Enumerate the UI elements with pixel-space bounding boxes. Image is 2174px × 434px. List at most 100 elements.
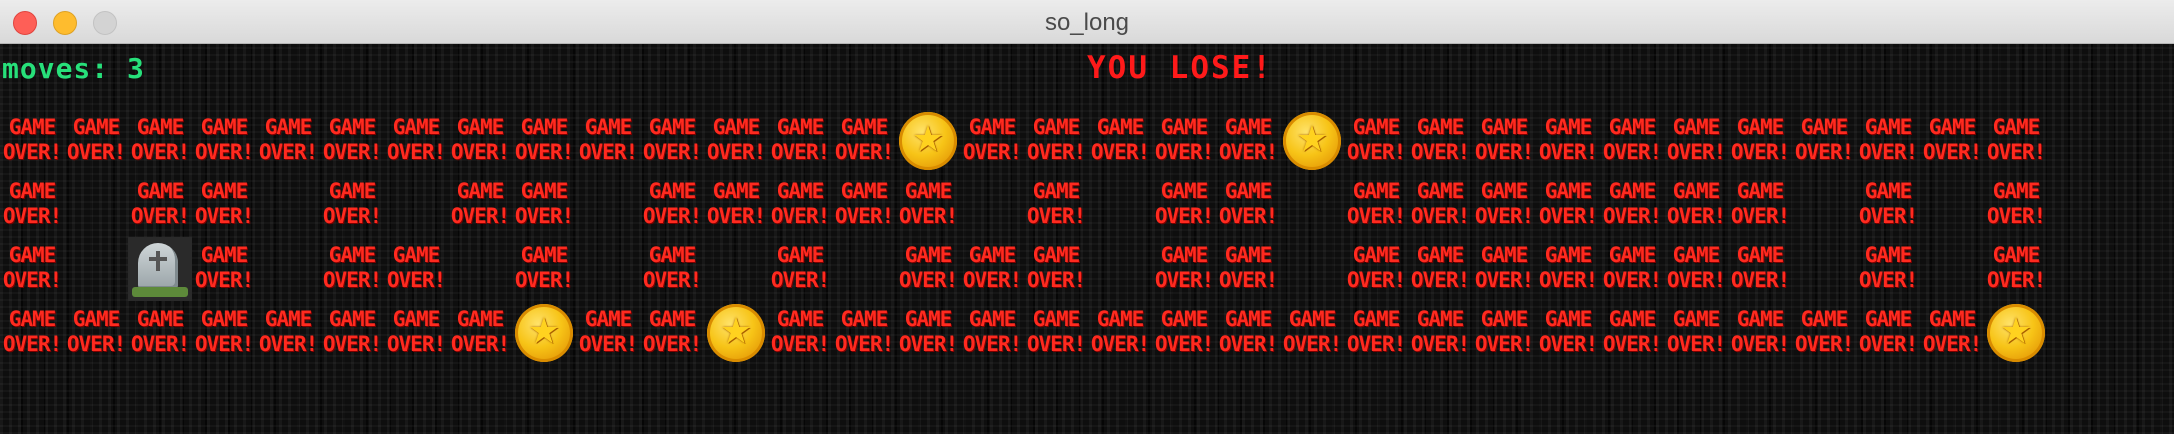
game-over-text-line2: OVER!: [1602, 140, 1662, 164]
game-over-tile: GAME OVER!: [640, 109, 704, 173]
game-over-text-line1: GAME: [264, 307, 313, 331]
game-over-text-line1: GAME: [1224, 115, 1273, 139]
coin-icon: [1984, 301, 2048, 365]
title-bar[interactable]: so_long: [0, 0, 2174, 44]
game-over-tile: GAME OVER!: [1984, 109, 2048, 173]
game-over-text-line2: OVER!: [514, 268, 574, 292]
game-window: so_long moves: 3 YOU LOSE! GAME OVER! GAME…: [0, 0, 2174, 434]
game-over-tile: GAME OVER!: [640, 301, 704, 365]
game-over-tile: GAME OVER!: [896, 237, 960, 301]
game-over-tile: GAME OVER!: [1216, 301, 1280, 365]
game-over-text-line1: GAME: [904, 243, 953, 267]
game-over-tile: GAME OVER!: [640, 173, 704, 237]
game-over-tile: GAME OVER!: [1344, 301, 1408, 365]
game-over-text-line2: OVER!: [1026, 204, 1086, 228]
game-over-text-line1: GAME: [1800, 307, 1849, 331]
game-over-tile: GAME OVER!: [1408, 173, 1472, 237]
game-over-text-line2: OVER!: [322, 140, 382, 164]
game-over-text-line1: GAME: [8, 243, 57, 267]
game-over-text-line2: OVER!: [1410, 140, 1470, 164]
game-over-text-line1: GAME: [1352, 179, 1401, 203]
game-over-tile: GAME OVER!: [192, 237, 256, 301]
coin-icon: [512, 301, 576, 365]
game-over-tile: GAME OVER!: [256, 109, 320, 173]
game-over-text-line2: OVER!: [1602, 332, 1662, 356]
game-over-text-line2: OVER!: [322, 332, 382, 356]
game-over-tile: GAME OVER!: [1536, 173, 1600, 237]
game-over-tile: GAME OVER!: [576, 109, 640, 173]
game-over-text-line1: GAME: [1096, 307, 1145, 331]
game-over-tile: GAME OVER!: [512, 173, 576, 237]
game-over-text-line2: OVER!: [1346, 204, 1406, 228]
game-over-text-line2: OVER!: [1154, 332, 1214, 356]
game-over-text-line1: GAME: [72, 307, 121, 331]
game-over-text-line2: OVER!: [1602, 268, 1662, 292]
game-over-tile: GAME OVER!: [320, 109, 384, 173]
game-over-text-line2: OVER!: [514, 140, 574, 164]
game-over-tile: GAME OVER!: [192, 109, 256, 173]
game-over-tile: GAME OVER!: [960, 301, 1024, 365]
game-over-text-line2: OVER!: [642, 140, 702, 164]
game-over-text-line2: OVER!: [1346, 140, 1406, 164]
game-over-tile: GAME OVER!: [192, 301, 256, 365]
game-over-tile: GAME OVER!: [320, 301, 384, 365]
coin-icon: [1280, 109, 1344, 173]
coin-disc: [1283, 112, 1341, 170]
game-over-text-line2: OVER!: [322, 268, 382, 292]
game-over-text-line1: GAME: [1480, 243, 1529, 267]
game-over-tile: GAME OVER!: [960, 237, 1024, 301]
game-over-text-line2: OVER!: [1858, 204, 1918, 228]
game-over-text-line2: OVER!: [386, 140, 446, 164]
game-over-text-line2: OVER!: [1218, 204, 1278, 228]
game-over-tile: GAME OVER!: [832, 173, 896, 237]
moves-counter: moves: 3: [2, 52, 145, 85]
game-over-text-line1: GAME: [520, 115, 569, 139]
coin-disc: [515, 304, 573, 362]
game-over-text-line1: GAME: [1608, 179, 1657, 203]
game-over-text-line1: GAME: [1352, 115, 1401, 139]
game-over-text-line1: GAME: [1736, 307, 1785, 331]
game-over-text-line1: GAME: [1544, 243, 1593, 267]
game-over-tile: GAME OVER!: [1856, 237, 1920, 301]
game-over-text-line2: OVER!: [450, 140, 510, 164]
game-over-text-line1: GAME: [1608, 307, 1657, 331]
game-over-text-line1: GAME: [712, 115, 761, 139]
game-over-text-line1: GAME: [1096, 115, 1145, 139]
game-over-tile: GAME OVER!: [1664, 109, 1728, 173]
game-canvas[interactable]: moves: 3 YOU LOSE! GAME OVER! GAME OVER! GAM…: [0, 44, 2174, 434]
game-over-text-line1: GAME: [1544, 115, 1593, 139]
game-over-tile: GAME OVER!: [384, 109, 448, 173]
game-over-text-line2: OVER!: [834, 204, 894, 228]
game-over-text-line1: GAME: [200, 179, 249, 203]
game-over-tile: GAME OVER!: [320, 173, 384, 237]
game-over-text-line2: OVER!: [1794, 140, 1854, 164]
game-over-text-line2: OVER!: [962, 140, 1022, 164]
game-over-tile: GAME OVER!: [1600, 173, 1664, 237]
game-over-tile: GAME OVER!: [1792, 109, 1856, 173]
game-over-text-line1: GAME: [968, 243, 1017, 267]
game-over-tile: GAME OVER!: [1344, 173, 1408, 237]
game-over-text-line2: OVER!: [642, 268, 702, 292]
game-over-tile: GAME OVER!: [384, 237, 448, 301]
game-over-text-line2: OVER!: [194, 268, 254, 292]
game-over-text-line2: OVER!: [1474, 268, 1534, 292]
game-over-text-line1: GAME: [1160, 179, 1209, 203]
game-over-tile: GAME OVER!: [1664, 237, 1728, 301]
game-over-tile: GAME OVER!: [832, 109, 896, 173]
game-over-tile: GAME OVER!: [448, 301, 512, 365]
game-over-tile: GAME OVER!: [1856, 109, 1920, 173]
game-over-text-line1: GAME: [1416, 243, 1465, 267]
game-over-text-line2: OVER!: [578, 332, 638, 356]
game-over-text-line2: OVER!: [706, 204, 766, 228]
game-over-text-line2: OVER!: [130, 140, 190, 164]
game-over-text-line1: GAME: [1800, 115, 1849, 139]
game-over-text-line1: GAME: [1672, 179, 1721, 203]
game-over-text-line1: GAME: [520, 179, 569, 203]
game-over-text-line1: GAME: [1416, 307, 1465, 331]
game-over-tile: GAME OVER!: [768, 301, 832, 365]
game-over-text-line1: GAME: [200, 115, 249, 139]
game-over-text-line2: OVER!: [1858, 140, 1918, 164]
game-over-text-line2: OVER!: [1922, 140, 1982, 164]
game-over-text-line2: OVER!: [1858, 332, 1918, 356]
game-over-text-line2: OVER!: [66, 332, 126, 356]
